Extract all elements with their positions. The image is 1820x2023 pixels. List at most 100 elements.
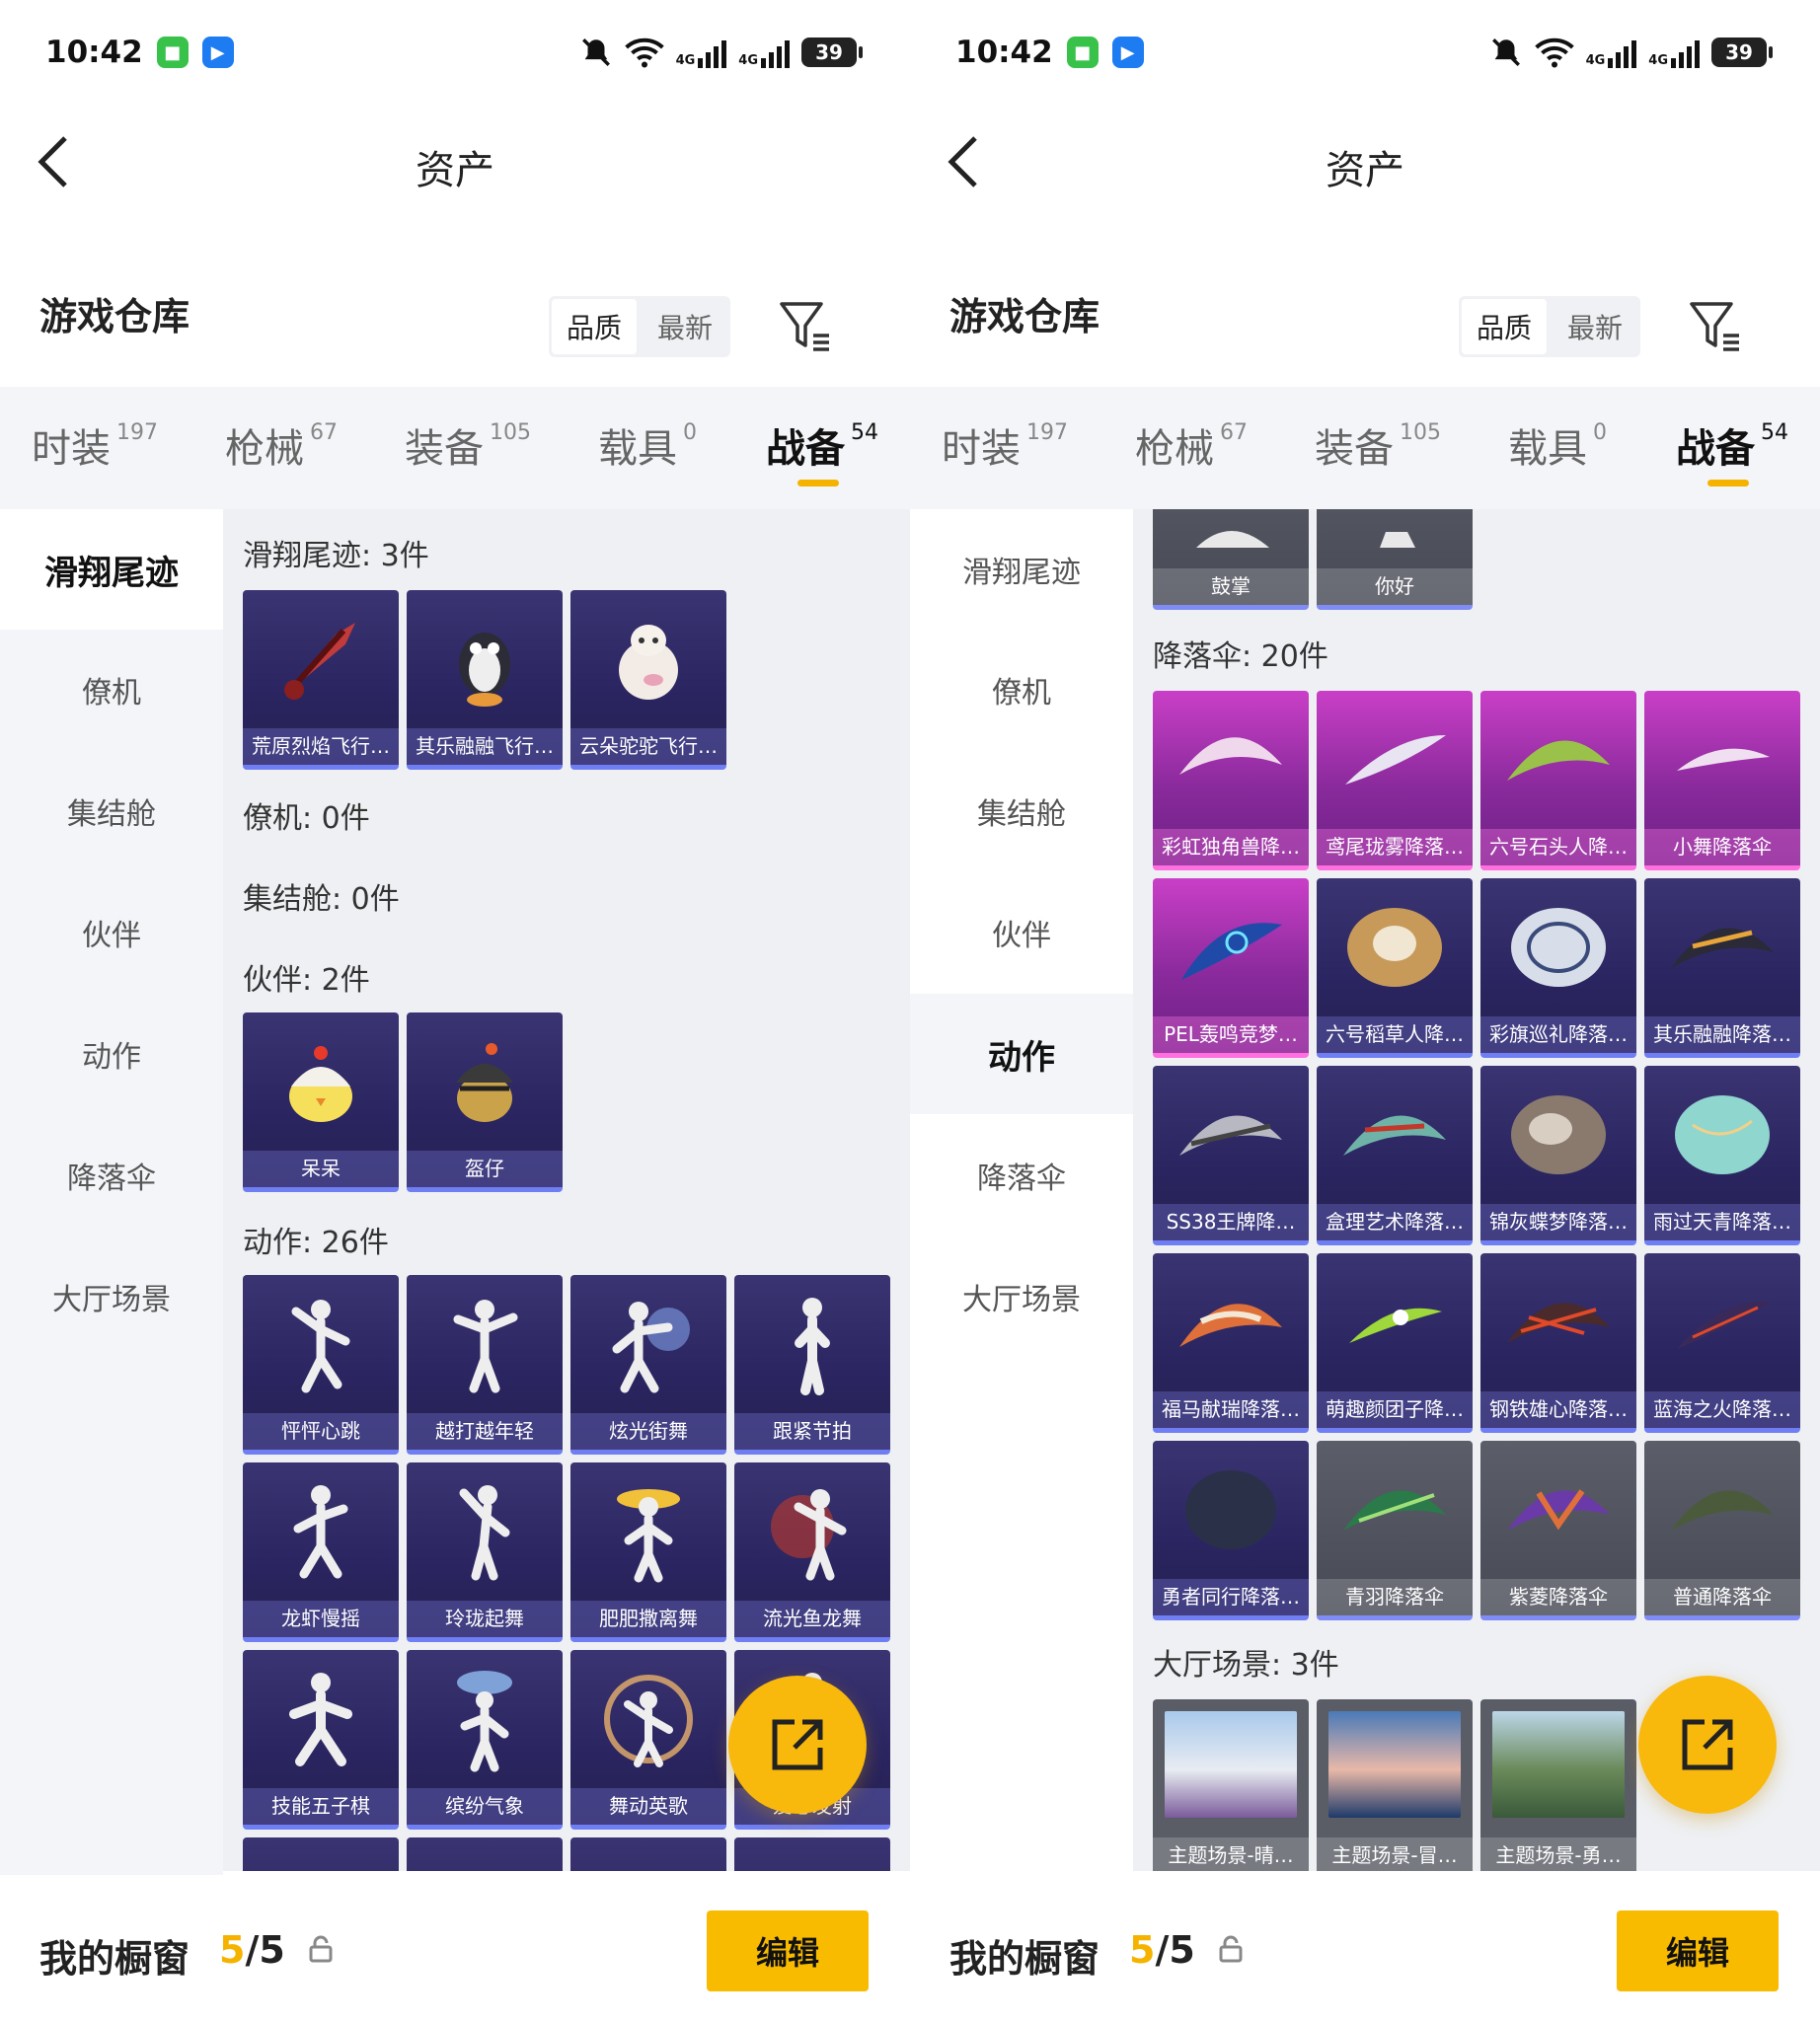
clap-emote-icon [1153, 509, 1309, 568]
dancer-icon [734, 1275, 890, 1413]
sidebar-item-emote[interactable]: 动作 [0, 994, 223, 1114]
item-card[interactable] [570, 1837, 726, 1871]
mute-icon [581, 38, 610, 66]
sidebar-item-pod[interactable]: 集结舱 [910, 751, 1133, 871]
item-card[interactable]: 彩旗巡礼降落… [1480, 878, 1636, 1058]
item-card[interactable]: 玲珑起舞 [407, 1462, 563, 1642]
edit-button[interactable]: 编辑 [707, 1911, 869, 1991]
item-card[interactable]: 荒原烈焰飞行… [243, 590, 399, 770]
tab-fashion[interactable]: 时装 197 [32, 416, 158, 474]
item-grid: 滑翔尾迹: 3件 荒原烈焰飞行… 其乐融融飞行… 云朵驼驼飞行… 僚机: 0件 … [223, 509, 910, 1871]
sidebar-item-trail[interactable]: 滑翔尾迹 [910, 509, 1133, 630]
item-card[interactable]: 缤纷气象 [407, 1650, 563, 1830]
tab-vehicles[interactable]: 载具 0 [1508, 416, 1607, 474]
item-card[interactable]: 普通降落伞 [1644, 1441, 1800, 1620]
item-card[interactable]: 云朵驼驼飞行… [570, 590, 726, 770]
sort-quality-button[interactable]: 品质 [1462, 299, 1547, 354]
filter-icon[interactable] [776, 296, 835, 355]
share-button[interactable] [1638, 1676, 1777, 1814]
item-card[interactable]: 福马献瑞降落… [1153, 1253, 1309, 1433]
item-card[interactable]: 其乐融融飞行… [407, 590, 563, 770]
item-card[interactable]: 舞动英歌 [570, 1650, 726, 1830]
mute-icon [1491, 38, 1520, 66]
parachute-icon [1153, 691, 1309, 829]
item-card[interactable]: 钢铁雄心降落… [1480, 1253, 1636, 1433]
signal-icon: 4G [738, 37, 790, 68]
sidebar-item-wingman[interactable]: 僚机 [910, 630, 1133, 750]
helmet-chick-partner-icon [407, 1012, 563, 1151]
parachute-icon [1480, 691, 1636, 829]
lock-icon [309, 1935, 333, 1963]
item-card[interactable]: 肥肥撒离舞 [570, 1462, 726, 1642]
item-card[interactable]: 主题场景-晴… [1153, 1699, 1309, 1871]
sidebar-item-trail[interactable]: 滑翔尾迹 [0, 509, 223, 630]
sidebar-item-pod[interactable]: 集结舱 [0, 751, 223, 871]
item-card[interactable]: 呆呆 [243, 1012, 399, 1192]
item-card[interactable]: 六号石头人降… [1480, 691, 1636, 870]
sidebar-item-parachute[interactable]: 降落伞 [0, 1115, 223, 1236]
item-card[interactable]: PEL轰鸣竞梦… [1153, 878, 1309, 1058]
tab-firearms[interactable]: 枪械 67 [1135, 416, 1248, 474]
item-card[interactable]: 主题场景-冒… [1317, 1699, 1473, 1871]
flame-trail-icon [243, 590, 399, 728]
item-card[interactable]: 鸢尾珑雾降落… [1317, 691, 1473, 870]
chick-partner-icon [243, 1012, 399, 1151]
item-card[interactable]: 技能五子棋 [243, 1650, 399, 1830]
item-card[interactable]: SS38王牌降… [1153, 1066, 1309, 1245]
tab-readiness[interactable]: 战备 54 [766, 416, 878, 474]
sidebar-item-wingman[interactable]: 僚机 [0, 630, 223, 750]
app-notification-icon: ▶ [201, 37, 234, 68]
tab-firearms[interactable]: 枪械 67 [225, 416, 338, 474]
item-card[interactable]: 青羽降落伞 [1317, 1441, 1473, 1620]
sidebar-item-lobby-scene[interactable]: 大厅场景 [910, 1236, 1133, 1357]
item-card[interactable] [407, 1837, 563, 1871]
item-card[interactable]: 六号稻草人降… [1317, 878, 1473, 1058]
sort-latest-button[interactable]: 最新 [1553, 299, 1637, 354]
sort-latest-button[interactable]: 最新 [643, 299, 727, 354]
item-card[interactable]: 炫光街舞 [570, 1275, 726, 1455]
item-card[interactable]: 锦灰蝶梦降落… [1480, 1066, 1636, 1245]
item-card[interactable]: 主题场景-勇… [1480, 1699, 1636, 1871]
parachute-icon [1480, 1066, 1636, 1204]
sidebar-item-partner[interactable]: 伙伴 [910, 872, 1133, 993]
item-card[interactable]: 雨过天青降落… [1644, 1066, 1800, 1245]
item-card[interactable]: 紫菱降落伞 [1480, 1441, 1636, 1620]
item-card[interactable] [734, 1837, 890, 1871]
tab-fashion[interactable]: 时装 197 [942, 416, 1068, 474]
share-button[interactable] [728, 1676, 867, 1814]
item-card[interactable]: 蓝海之火降落… [1644, 1253, 1800, 1433]
sidebar-item-parachute[interactable]: 降落伞 [910, 1115, 1133, 1236]
showcase-label: 我的橱窗 [39, 1937, 190, 1981]
sort-quality-button[interactable]: 品质 [552, 299, 637, 354]
item-card[interactable]: 彩虹独角兽降… [1153, 691, 1309, 870]
sidebar-item-emote[interactable]: 动作 [910, 994, 1133, 1114]
tab-equipment[interactable]: 装备 105 [1315, 416, 1441, 474]
section-title-wingman: 僚机: 0件 [243, 801, 370, 836]
sidebar-item-lobby-scene[interactable]: 大厅场景 [0, 1236, 223, 1357]
item-card[interactable]: 勇者同行降落… [1153, 1441, 1309, 1620]
item-card[interactable]: 越打越年轻 [407, 1275, 563, 1455]
tab-readiness[interactable]: 战备 54 [1676, 416, 1788, 474]
item-card[interactable]: 萌趣颜团子降… [1317, 1253, 1473, 1433]
tab-equipment[interactable]: 装备 105 [405, 416, 531, 474]
item-card[interactable]: 盒理艺术降落… [1317, 1066, 1473, 1245]
filter-icon[interactable] [1686, 296, 1745, 355]
item-card[interactable]: 怦怦心跳 [243, 1275, 399, 1455]
item-card[interactable]: 鼓掌 [1153, 509, 1309, 610]
sidebar-item-partner[interactable]: 伙伴 [0, 872, 223, 993]
item-card[interactable]: 小舞降落伞 [1644, 691, 1800, 870]
category-sidebar: 滑翔尾迹 僚机 集结舱 伙伴 动作 降落伞 大厅场景 [910, 509, 1133, 2023]
showcase-count: 5/5 [219, 1928, 285, 1972]
page-title: 资产 [1326, 148, 1404, 193]
section-title-parachute: 降落伞: 20件 [1153, 639, 1328, 674]
item-card[interactable]: 龙虾慢摇 [243, 1462, 399, 1642]
item-card[interactable]: 跟紧节拍 [734, 1275, 890, 1455]
item-card[interactable]: 盔仔 [407, 1012, 563, 1192]
item-card[interactable] [243, 1837, 399, 1871]
item-card[interactable]: 你好 [1317, 509, 1473, 610]
edit-button[interactable]: 编辑 [1617, 1911, 1779, 1991]
parachute-icon [1317, 691, 1473, 829]
item-card[interactable]: 流光鱼龙舞 [734, 1462, 890, 1642]
item-card[interactable]: 其乐融融降落… [1644, 878, 1800, 1058]
tab-vehicles[interactable]: 载具 0 [598, 416, 697, 474]
